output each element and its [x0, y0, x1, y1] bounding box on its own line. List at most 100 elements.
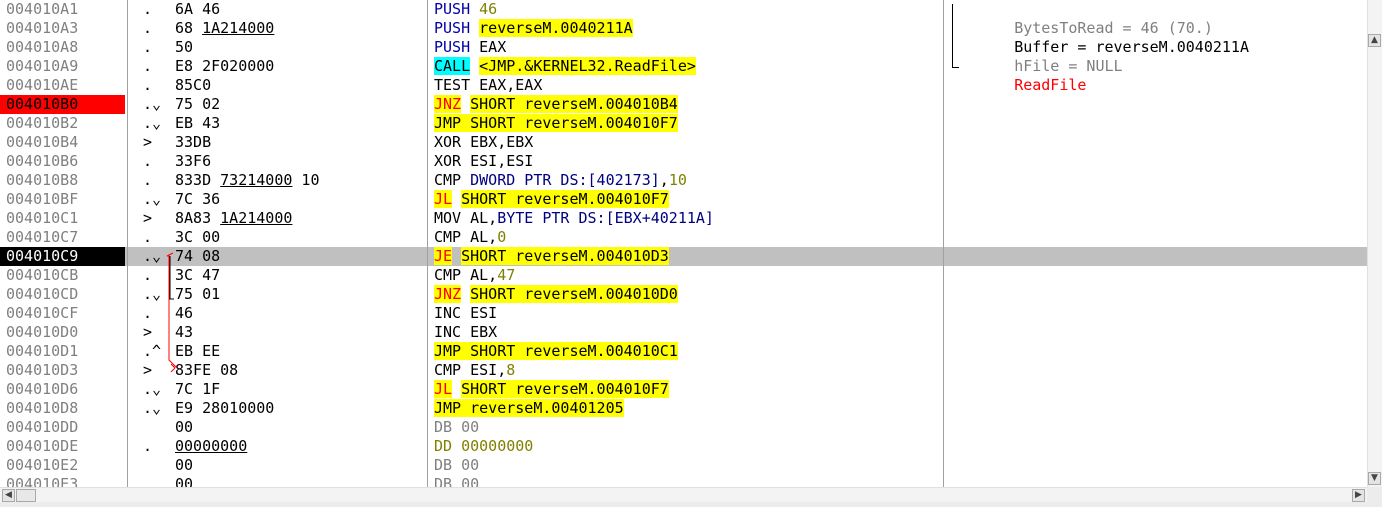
disassembly-cell[interactable]: PUSH EAX	[434, 38, 942, 57]
disassembly-cell[interactable]: PUSH 46	[434, 0, 942, 19]
address-cell[interactable]: 004010E2	[0, 456, 125, 475]
address-cell[interactable]: 004010A8	[0, 38, 125, 57]
horizontal-scrollbar[interactable]: ◀ ▶	[0, 487, 1367, 502]
code-row[interactable]: 004010D8 .⌄ E9 28010000 JMP reverseM.004012…	[0, 399, 1367, 418]
disassembly-cell[interactable]: DB 00	[434, 418, 942, 437]
hex-dump-cell[interactable]: 46	[175, 304, 425, 323]
code-row[interactable]: 004010C7. 3C 00 CMP AL,0	[0, 228, 1367, 247]
scroll-right-icon[interactable]: ▶	[1352, 489, 1365, 502]
address-cell[interactable]: 004010C9	[0, 247, 125, 266]
disassembly-cell[interactable]: JMP SHORT reverseM.004010C1	[434, 342, 942, 361]
disassembly-cell[interactable]: PUSH reverseM.0040211A	[434, 19, 942, 38]
address-cell[interactable]: 004010DD	[0, 418, 125, 437]
code-row[interactable]: 004010C9 .⌄ 74 08 JE SHORT reverseM.004010D…	[0, 247, 1367, 266]
disassembly-cell[interactable]: JNZ SHORT reverseM.004010D0	[434, 285, 942, 304]
hex-dump-cell[interactable]: 43	[175, 323, 425, 342]
address-cell[interactable]: 004010B0	[0, 95, 125, 114]
disassembly-pane[interactable]: 004010A1. 6A 46 PUSH 46 004010A3. 68 1A21400…	[0, 0, 1367, 487]
hex-dump-cell[interactable]: 3C 47	[175, 266, 425, 285]
column-divider-disasm[interactable]	[943, 0, 944, 487]
disassembly-cell[interactable]: INC ESI	[434, 304, 942, 323]
hex-dump-cell[interactable]: 75 01	[175, 285, 425, 304]
column-divider-hex[interactable]	[427, 0, 428, 487]
address-cell[interactable]: 004010D1	[0, 342, 125, 361]
hex-dump-cell[interactable]: 68 1A214000	[175, 19, 425, 38]
address-cell[interactable]: 004010CD	[0, 285, 125, 304]
hex-dump-cell[interactable]: 74 08	[175, 247, 425, 266]
code-row[interactable]: 004010D6 .⌄ 7C 1F JL SHORT reverseM.004010F…	[0, 380, 1367, 399]
code-row[interactable]: 004010B6. 33F6 XOR ESI,ESI	[0, 152, 1367, 171]
code-row[interactable]: 004010B0 .⌄ 75 02 JNZ SHORT reverseM.004010…	[0, 95, 1367, 114]
disassembly-cell[interactable]: XOR ESI,ESI	[434, 152, 942, 171]
code-row[interactable]: 004010E2 00 DB 00	[0, 456, 1367, 475]
address-cell[interactable]: 004010A1	[0, 0, 125, 19]
disassembly-cell[interactable]: CALL <JMP.&KERNEL32.ReadFile>	[434, 57, 942, 76]
hex-dump-cell[interactable]: 8A83 1A214000	[175, 209, 425, 228]
hex-dump-cell[interactable]: 33F6	[175, 152, 425, 171]
scroll-up-icon[interactable]: ▲	[1368, 34, 1381, 47]
address-cell[interactable]: 004010B8	[0, 171, 125, 190]
hex-dump-cell[interactable]: 00	[175, 456, 425, 475]
disassembly-cell[interactable]: JE SHORT reverseM.004010D3	[434, 247, 942, 266]
code-row[interactable]: 004010D1 .^ EB EE JMP SHORT reverseM.004010…	[0, 342, 1367, 361]
code-row[interactable]: 004010E3 00 DB 00	[0, 475, 1367, 487]
hex-dump-cell[interactable]: 7C 36	[175, 190, 425, 209]
address-cell[interactable]: 004010D3	[0, 361, 125, 380]
disassembly-cell[interactable]: JMP SHORT reverseM.004010F7	[434, 114, 942, 133]
code-row[interactable]: 004010AE. 85C0 TEST EAX,EAX	[0, 76, 1367, 95]
code-row[interactable]: 004010BF .⌄ 7C 36 JL SHORT reverseM.004010F…	[0, 190, 1367, 209]
address-cell[interactable]: 004010BF	[0, 190, 125, 209]
address-cell[interactable]: 004010CB	[0, 266, 125, 285]
address-cell[interactable]: 004010C7	[0, 228, 125, 247]
code-row[interactable]: 004010CF. 46 INC ESI	[0, 304, 1367, 323]
hex-dump-cell[interactable]: 00000000	[175, 437, 425, 456]
address-cell[interactable]: 004010A9	[0, 57, 125, 76]
hex-dump-cell[interactable]: EB EE	[175, 342, 425, 361]
hex-dump-cell[interactable]: 00	[175, 418, 425, 437]
code-row[interactable]: 004010CD .⌄ 75 01 JNZ SHORT reverseM.004010…	[0, 285, 1367, 304]
hex-dump-cell[interactable]: 00	[175, 475, 425, 487]
hex-dump-cell[interactable]: 6A 46	[175, 0, 425, 19]
hex-dump-cell[interactable]: EB 43	[175, 114, 425, 133]
address-cell[interactable]: 004010D0	[0, 323, 125, 342]
address-cell[interactable]: 004010D6	[0, 380, 125, 399]
address-cell[interactable]: 004010CF	[0, 304, 125, 323]
address-cell[interactable]: 004010AE	[0, 76, 125, 95]
address-cell[interactable]: 004010D8	[0, 399, 125, 418]
code-row[interactable]: 004010B4 >33DB XOR EBX,EBX	[0, 133, 1367, 152]
disassembly-cell[interactable]: JL SHORT reverseM.004010F7	[434, 380, 942, 399]
code-row[interactable]: 004010CB. 3C 47 CMP AL,47	[0, 266, 1367, 285]
code-row[interactable]: 004010DD 00 DB 00	[0, 418, 1367, 437]
hex-dump-cell[interactable]: 833D 73214000 10	[175, 171, 425, 190]
hex-dump-cell[interactable]: E9 28010000	[175, 399, 425, 418]
scroll-down-icon[interactable]: ▼	[1368, 472, 1381, 485]
disassembly-cell[interactable]: DD 00000000	[434, 437, 942, 456]
hex-dump-cell[interactable]: 83FE 08	[175, 361, 425, 380]
disassembly-cell[interactable]: CMP AL,0	[434, 228, 942, 247]
hex-dump-cell[interactable]: 33DB	[175, 133, 425, 152]
code-row[interactable]: 004010C1 >8A83 1A214000 MOV AL,BYTE PTR DS…	[0, 209, 1367, 228]
disassembly-cell[interactable]: INC EBX	[434, 323, 942, 342]
disassembly-cell[interactable]: CMP AL,47	[434, 266, 942, 285]
address-cell[interactable]: 004010B4	[0, 133, 125, 152]
disassembly-cell[interactable]: JMP reverseM.00401205	[434, 399, 942, 418]
scroll-left-icon[interactable]: ◀	[2, 489, 15, 502]
column-divider-address[interactable]	[127, 0, 128, 487]
disassembly-cell[interactable]: CMP ESI,8	[434, 361, 942, 380]
disassembly-cell[interactable]: JL SHORT reverseM.004010F7	[434, 190, 942, 209]
disassembly-cell[interactable]: TEST EAX,EAX	[434, 76, 942, 95]
code-row[interactable]: 004010B2 .⌄ EB 43 JMP SHORT reverseM.004010…	[0, 114, 1367, 133]
disassembly-cell[interactable]: XOR EBX,EBX	[434, 133, 942, 152]
hex-dump-cell[interactable]: E8 2F020000	[175, 57, 425, 76]
hex-dump-cell[interactable]: 75 02	[175, 95, 425, 114]
address-cell[interactable]: 004010C1	[0, 209, 125, 228]
vertical-scrollbar[interactable]: ▲ ▼	[1367, 0, 1382, 487]
address-cell[interactable]: 004010E3	[0, 475, 125, 487]
address-cell[interactable]: 004010B6	[0, 152, 125, 171]
scroll-thumb[interactable]	[16, 489, 36, 502]
hex-dump-cell[interactable]: 3C 00	[175, 228, 425, 247]
hex-dump-cell[interactable]: 85C0	[175, 76, 425, 95]
disassembly-cell[interactable]: JNZ SHORT reverseM.004010B4	[434, 95, 942, 114]
disassembly-cell[interactable]: MOV AL,BYTE PTR DS:[EBX+40211A]	[434, 209, 942, 228]
code-row[interactable]: 004010DE. 00000000 DD 00000000	[0, 437, 1367, 456]
